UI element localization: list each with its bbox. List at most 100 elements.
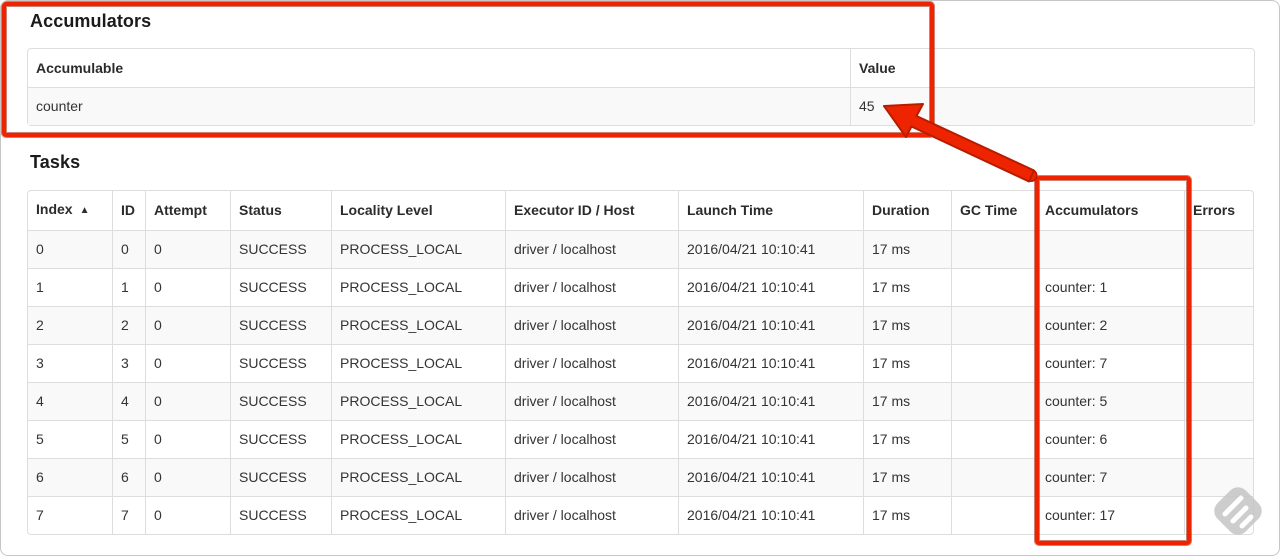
gc-time-cell [951,306,1036,344]
duration-cell: 17 ms [863,382,951,420]
executor-cell: driver / localhost [505,458,678,496]
executor-cell: driver / localhost [505,306,678,344]
column-header-accumulators[interactable]: Accumulators [1036,191,1184,230]
task-row: 1 1 0 SUCCESS PROCESS_LOCAL driver / loc… [28,268,1253,306]
column-header-executor-id-host[interactable]: Executor ID / Host [505,191,678,230]
accumulators-cell: counter: 2 [1036,306,1184,344]
duration-cell: 17 ms [863,306,951,344]
errors-cell [1184,230,1253,268]
accumulators-cell: counter: 1 [1036,268,1184,306]
column-header-errors[interactable]: Errors [1184,191,1253,230]
index-header-label: Index [36,201,73,217]
task-row: 5 5 0 SUCCESS PROCESS_LOCAL driver / loc… [28,420,1253,458]
column-header-value[interactable]: Value [850,49,1254,87]
column-header-duration[interactable]: Duration [863,191,951,230]
accumulators-cell [1036,230,1184,268]
sort-ascending-icon: ▲ [79,205,90,216]
executor-cell: driver / localhost [505,420,678,458]
index-cell: 6 [28,458,112,496]
accumulators-cell: counter: 6 [1036,420,1184,458]
column-header-id[interactable]: ID [112,191,145,230]
index-cell: 1 [28,268,112,306]
status-cell: SUCCESS [230,306,331,344]
launch-time-cell: 2016/04/21 10:10:41 [678,458,863,496]
launch-time-cell: 2016/04/21 10:10:41 [678,344,863,382]
locality-cell: PROCESS_LOCAL [331,458,505,496]
task-row: 2 2 0 SUCCESS PROCESS_LOCAL driver / loc… [28,306,1253,344]
accumulators-cell: counter: 17 [1036,496,1184,534]
accumulator-row: counter 45 [28,87,1254,125]
gc-time-cell [951,458,1036,496]
duration-cell: 17 ms [863,458,951,496]
column-header-status[interactable]: Status [230,191,331,230]
index-cell: 4 [28,382,112,420]
executor-cell: driver / localhost [505,268,678,306]
id-cell: 1 [112,268,145,306]
attempt-cell: 0 [145,496,230,534]
task-row: 0 0 0 SUCCESS PROCESS_LOCAL driver / loc… [28,230,1253,268]
tasks-section-heading: Tasks [30,152,81,172]
launch-time-cell: 2016/04/21 10:10:41 [678,306,863,344]
status-cell: SUCCESS [230,420,331,458]
accumulators-cell: counter: 5 [1036,382,1184,420]
column-header-index[interactable]: Index ▲ [28,191,112,230]
duration-cell: 17 ms [863,230,951,268]
column-header-accumulable[interactable]: Accumulable [28,49,850,87]
index-cell: 3 [28,344,112,382]
column-header-attempt[interactable]: Attempt [145,191,230,230]
tasks-table: Index ▲ ID Attempt Status Locality Level … [27,190,1254,535]
attempt-cell: 0 [145,268,230,306]
locality-cell: PROCESS_LOCAL [331,230,505,268]
attempt-cell: 0 [145,230,230,268]
gc-time-cell [951,382,1036,420]
task-row: 7 7 0 SUCCESS PROCESS_LOCAL driver / loc… [28,496,1253,534]
task-row: 3 3 0 SUCCESS PROCESS_LOCAL driver / loc… [28,344,1253,382]
attempt-cell: 0 [145,420,230,458]
index-cell: 7 [28,496,112,534]
id-cell: 6 [112,458,145,496]
accumulable-name-cell: counter [28,87,850,125]
gc-time-cell [951,344,1036,382]
attempt-cell: 0 [145,458,230,496]
column-header-locality-level[interactable]: Locality Level [331,191,505,230]
duration-cell: 17 ms [863,344,951,382]
accumulable-value-cell: 45 [850,87,1254,125]
duration-cell: 17 ms [863,268,951,306]
id-cell: 4 [112,382,145,420]
locality-cell: PROCESS_LOCAL [331,268,505,306]
index-cell: 5 [28,420,112,458]
id-cell: 5 [112,420,145,458]
launch-time-cell: 2016/04/21 10:10:41 [678,230,863,268]
column-header-launch-time[interactable]: Launch Time [678,191,863,230]
index-cell: 2 [28,306,112,344]
locality-cell: PROCESS_LOCAL [331,382,505,420]
launch-time-cell: 2016/04/21 10:10:41 [678,420,863,458]
executor-cell: driver / localhost [505,496,678,534]
status-cell: SUCCESS [230,496,331,534]
executor-cell: driver / localhost [505,344,678,382]
launch-time-cell: 2016/04/21 10:10:41 [678,496,863,534]
locality-cell: PROCESS_LOCAL [331,306,505,344]
status-cell: SUCCESS [230,382,331,420]
launch-time-cell: 2016/04/21 10:10:41 [678,382,863,420]
accumulators-table-header-row: Accumulable Value [28,49,1254,87]
id-cell: 2 [112,306,145,344]
column-header-gc-time[interactable]: GC Time [951,191,1036,230]
executor-cell: driver / localhost [505,230,678,268]
errors-cell [1184,344,1253,382]
gc-time-cell [951,268,1036,306]
id-cell: 3 [112,344,145,382]
executor-cell: driver / localhost [505,382,678,420]
errors-cell [1184,268,1253,306]
locality-cell: PROCESS_LOCAL [331,496,505,534]
index-cell: 0 [28,230,112,268]
duration-cell: 17 ms [863,420,951,458]
gc-time-cell [951,496,1036,534]
task-row: 6 6 0 SUCCESS PROCESS_LOCAL driver / loc… [28,458,1253,496]
status-cell: SUCCESS [230,268,331,306]
errors-cell [1184,458,1253,496]
errors-cell [1184,382,1253,420]
accumulators-cell: counter: 7 [1036,458,1184,496]
accumulators-cell: counter: 7 [1036,344,1184,382]
gc-time-cell [951,420,1036,458]
